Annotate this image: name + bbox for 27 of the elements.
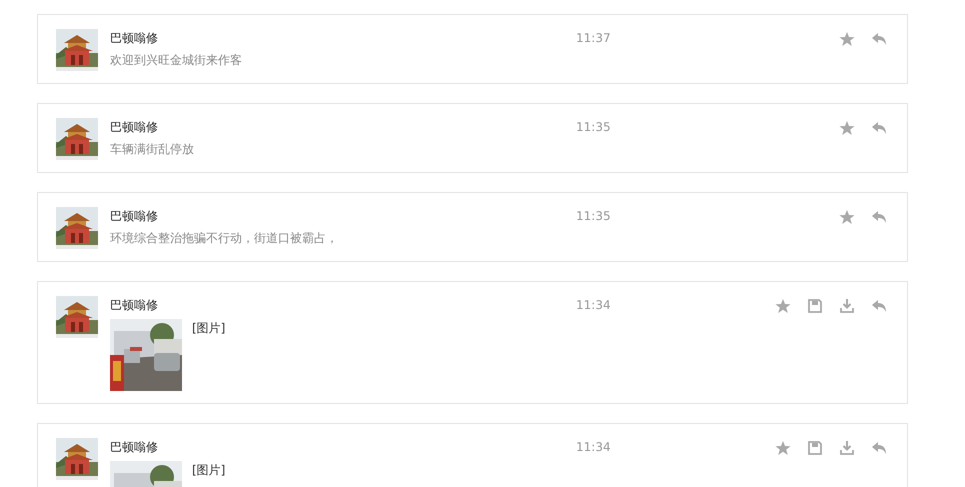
star-icon[interactable] — [839, 209, 855, 225]
timestamp: 11:34 — [576, 439, 612, 456]
sender-name: 巴顿嗡修 — [110, 297, 159, 314]
message-text: 环境综合整治拖骗不行动，街道口被霸占， — [110, 230, 339, 247]
star-icon[interactable] — [775, 440, 791, 456]
sender-name: 巴顿嗡修 — [110, 119, 159, 136]
timestamp: 11:35 — [576, 119, 612, 136]
reply-icon[interactable] — [871, 440, 887, 456]
star-icon[interactable] — [775, 298, 791, 314]
star-icon[interactable] — [839, 120, 855, 136]
download-icon[interactable] — [839, 298, 855, 314]
download-icon[interactable] — [839, 440, 855, 456]
message-text: 欢迎到兴旺金城街来作客 — [110, 52, 243, 69]
sender-name: 巴顿嗡修 — [110, 30, 159, 47]
reply-icon[interactable] — [871, 298, 887, 314]
reply-icon[interactable] — [871, 120, 887, 136]
message-text: [图片] — [192, 462, 226, 479]
reply-icon[interactable] — [871, 209, 887, 225]
timestamp: 11:37 — [576, 30, 612, 47]
sender-name: 巴顿嗡修 — [110, 439, 159, 456]
sender-name: 巴顿嗡修 — [110, 208, 159, 225]
star-icon[interactable] — [839, 31, 855, 47]
timestamp: 11:35 — [576, 208, 612, 225]
reply-icon[interactable] — [871, 31, 887, 47]
message-text: 车辆满街乱停放 — [110, 141, 195, 158]
message-text: [图片] — [192, 320, 226, 337]
timestamp: 11:34 — [576, 297, 612, 314]
